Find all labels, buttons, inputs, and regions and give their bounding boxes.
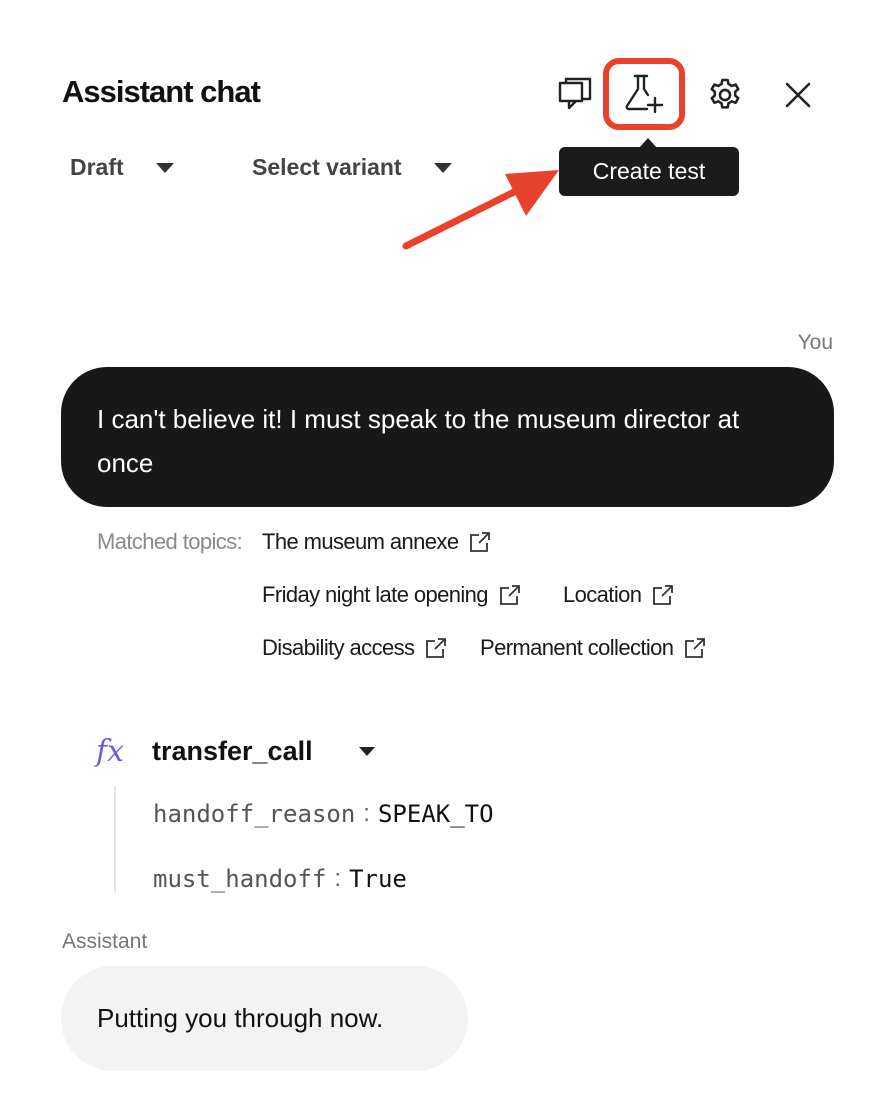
topic-link[interactable]: The museum annexe xyxy=(262,529,492,555)
topic-link[interactable]: Permanent collection xyxy=(480,635,707,661)
topic-label: Location xyxy=(563,582,642,607)
external-link-icon xyxy=(653,585,674,605)
draft-dropdown-label: Draft xyxy=(70,154,124,180)
external-link-icon xyxy=(685,638,706,658)
external-link-icon xyxy=(426,638,447,658)
assistant-message: Putting you through now. xyxy=(61,966,468,1071)
topic-label: Friday night late opening xyxy=(262,582,489,607)
annotation-arrow-icon xyxy=(402,170,559,250)
caret-down-icon xyxy=(155,162,174,173)
param-value: True xyxy=(349,865,407,893)
topic-label: Permanent collection xyxy=(480,635,674,660)
param-value: SPEAK_TO xyxy=(377,800,494,828)
sender-label-assistant: Assistant xyxy=(62,930,148,953)
matched-topics-label: Matched topics: xyxy=(97,529,243,554)
function-toggle-caret-icon[interactable] xyxy=(358,747,375,756)
external-link-icon xyxy=(500,585,520,605)
param-separator: : xyxy=(363,800,370,827)
close-button[interactable] xyxy=(775,72,821,118)
gear-icon xyxy=(710,78,740,109)
param-row: must_handoff : True xyxy=(153,865,407,893)
flask-plus-icon xyxy=(625,74,664,114)
topic-link[interactable]: Friday night late opening xyxy=(262,582,522,608)
function-params: handoff_reason : SPEAK_TO must_handoff :… xyxy=(114,786,614,893)
param-separator: : xyxy=(334,865,342,892)
variant-dropdown-label: Select variant xyxy=(252,154,402,180)
create-test-tooltip: Create test xyxy=(559,138,739,196)
draft-dropdown[interactable]: Draft xyxy=(70,154,174,181)
chat-button[interactable] xyxy=(552,72,598,118)
settings-button[interactable] xyxy=(702,72,748,118)
sender-label-you: You xyxy=(797,331,833,354)
function-icon: fx xyxy=(96,734,125,769)
close-icon xyxy=(785,82,811,108)
topic-label: Disability access xyxy=(262,635,415,660)
create-test-button[interactable] xyxy=(603,58,685,130)
param-key: must_handoff xyxy=(153,865,327,893)
param-key: handoff_reason xyxy=(153,800,356,828)
topic-link[interactable]: Location xyxy=(563,582,675,608)
external-link-icon xyxy=(470,532,491,552)
function-call-header: fx transfer_call xyxy=(96,734,375,769)
topic-label: The museum annexe xyxy=(262,529,459,554)
user-message: I can't believe it! I must speak to the … xyxy=(61,367,834,507)
param-row: handoff_reason : SPEAK_TO xyxy=(153,800,494,828)
chat-bubbles-icon xyxy=(558,77,592,110)
page-title: Assistant chat xyxy=(62,74,261,109)
topic-link[interactable]: Disability access xyxy=(262,635,448,661)
function-name: transfer_call xyxy=(152,736,313,766)
